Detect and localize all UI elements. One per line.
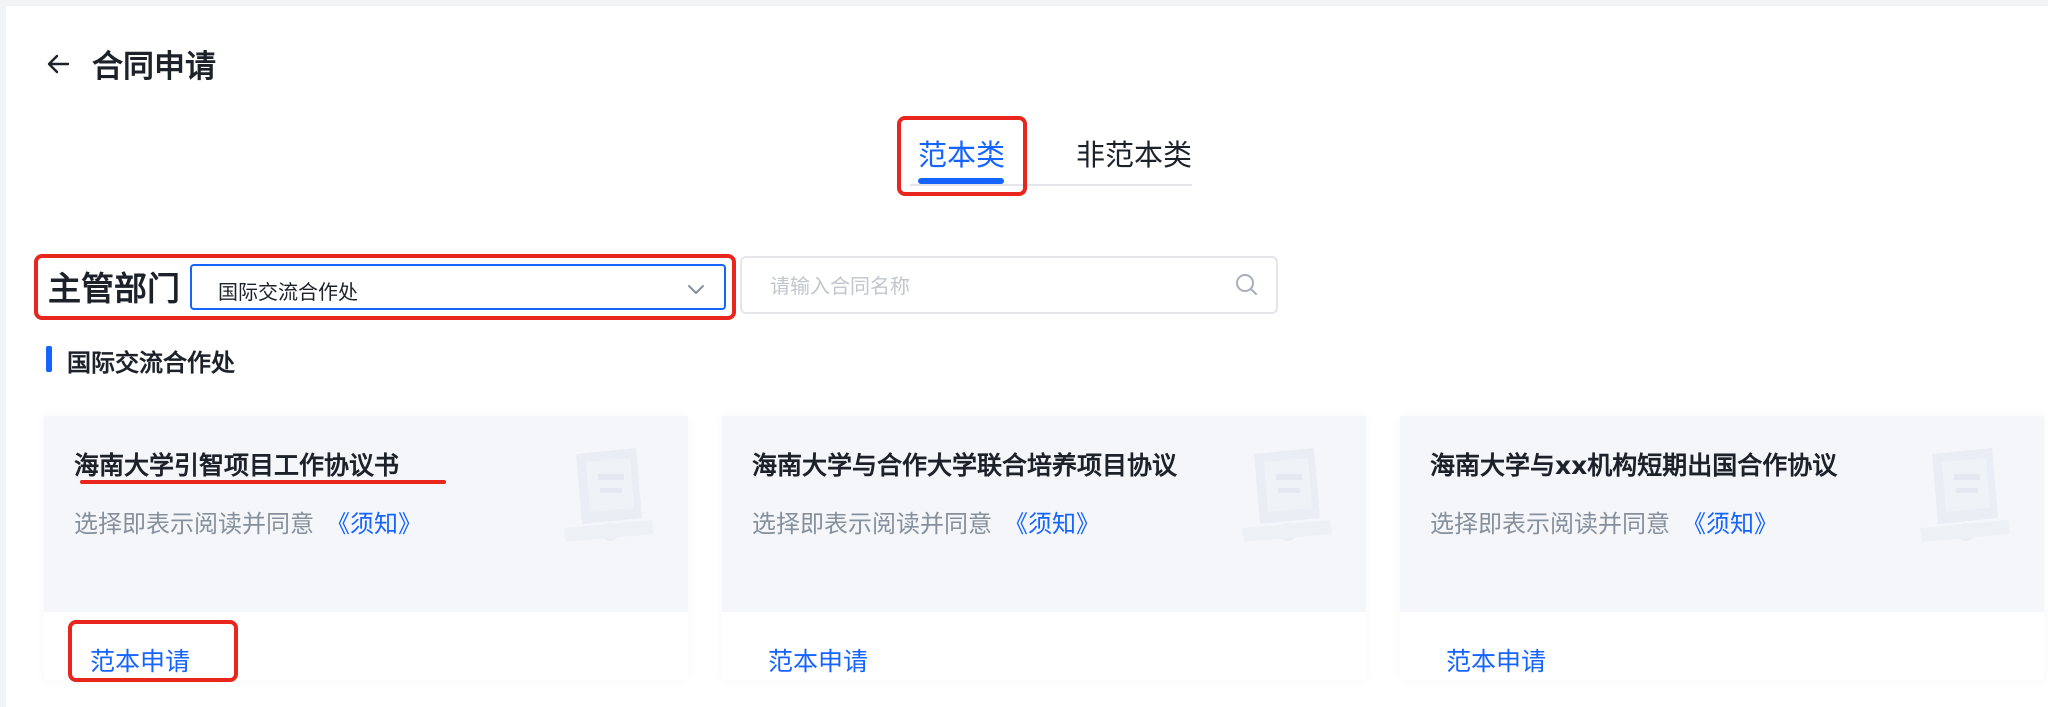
template-apply-button[interactable]: 范本申请 [768,642,868,678]
card-notice: 选择即表示阅读并同意 《须知》 [752,504,1100,539]
notice-link[interactable]: 《须知》 [326,510,422,538]
active-tab-indicator [918,178,1004,184]
doc-illustration-icon [1236,444,1336,548]
tab-non-template[interactable]: 非范本类 [1076,132,1192,174]
department-select-value: 国际交流合作处 [218,280,358,304]
section-marker [46,346,52,372]
card-title: 海南大学与xx机构短期出国合作协议 [1430,451,1838,480]
notice-link[interactable]: 《须知》 [1682,510,1778,538]
page-title: 合同申请 [92,49,216,85]
card-title: 海南大学与合作大学联合培养项目协议 [752,451,1178,480]
notice-text: 选择即表示阅读并同意 [74,510,314,538]
search-icon[interactable] [1234,272,1260,298]
notice-text: 选择即表示阅读并同意 [752,510,992,538]
page-header: 合同申请 [44,41,216,86]
contract-card[interactable]: 海南大学引智项目工作协议书 选择即表示阅读并同意 《须知》 范本申请 [44,416,688,680]
search-input[interactable] [768,270,1212,302]
doc-illustration-icon [1914,444,2014,548]
search-box [740,256,1278,314]
section-title: 国际交流合作处 [67,349,235,377]
notice-text: 选择即表示阅读并同意 [1430,510,1670,538]
card-notice: 选择即表示阅读并同意 《须知》 [1430,504,1778,539]
arrow-left-icon[interactable] [44,49,74,79]
annotation-underline-card-title [80,480,446,484]
contract-card[interactable]: 海南大学与合作大学联合培养项目协议 选择即表示阅读并同意 《须知》 范本申请 [722,416,1366,680]
tab-bar: 范本类 非范本类 [910,122,1192,186]
template-apply-button[interactable]: 范本申请 [90,642,190,678]
department-select[interactable]: 国际交流合作处 [190,264,726,310]
chevron-down-icon [686,279,706,299]
template-apply-button[interactable]: 范本申请 [1446,642,1546,678]
doc-illustration-icon [558,444,658,548]
contract-card[interactable]: 海南大学与xx机构短期出国合作协议 选择即表示阅读并同意 《须知》 范本申请 [1400,416,2044,680]
card-title: 海南大学引智项目工作协议书 [74,451,400,480]
card-notice: 选择即表示阅读并同意 《须知》 [74,504,422,539]
department-label: 主管部门 [48,269,180,308]
notice-link[interactable]: 《须知》 [1004,510,1100,538]
tab-template[interactable]: 范本类 [918,132,1005,174]
page: 合同申请 范本类 非范本类 主管部门 国际交流合作处 国际交流合作处 海南大学引 [6,6,2048,707]
